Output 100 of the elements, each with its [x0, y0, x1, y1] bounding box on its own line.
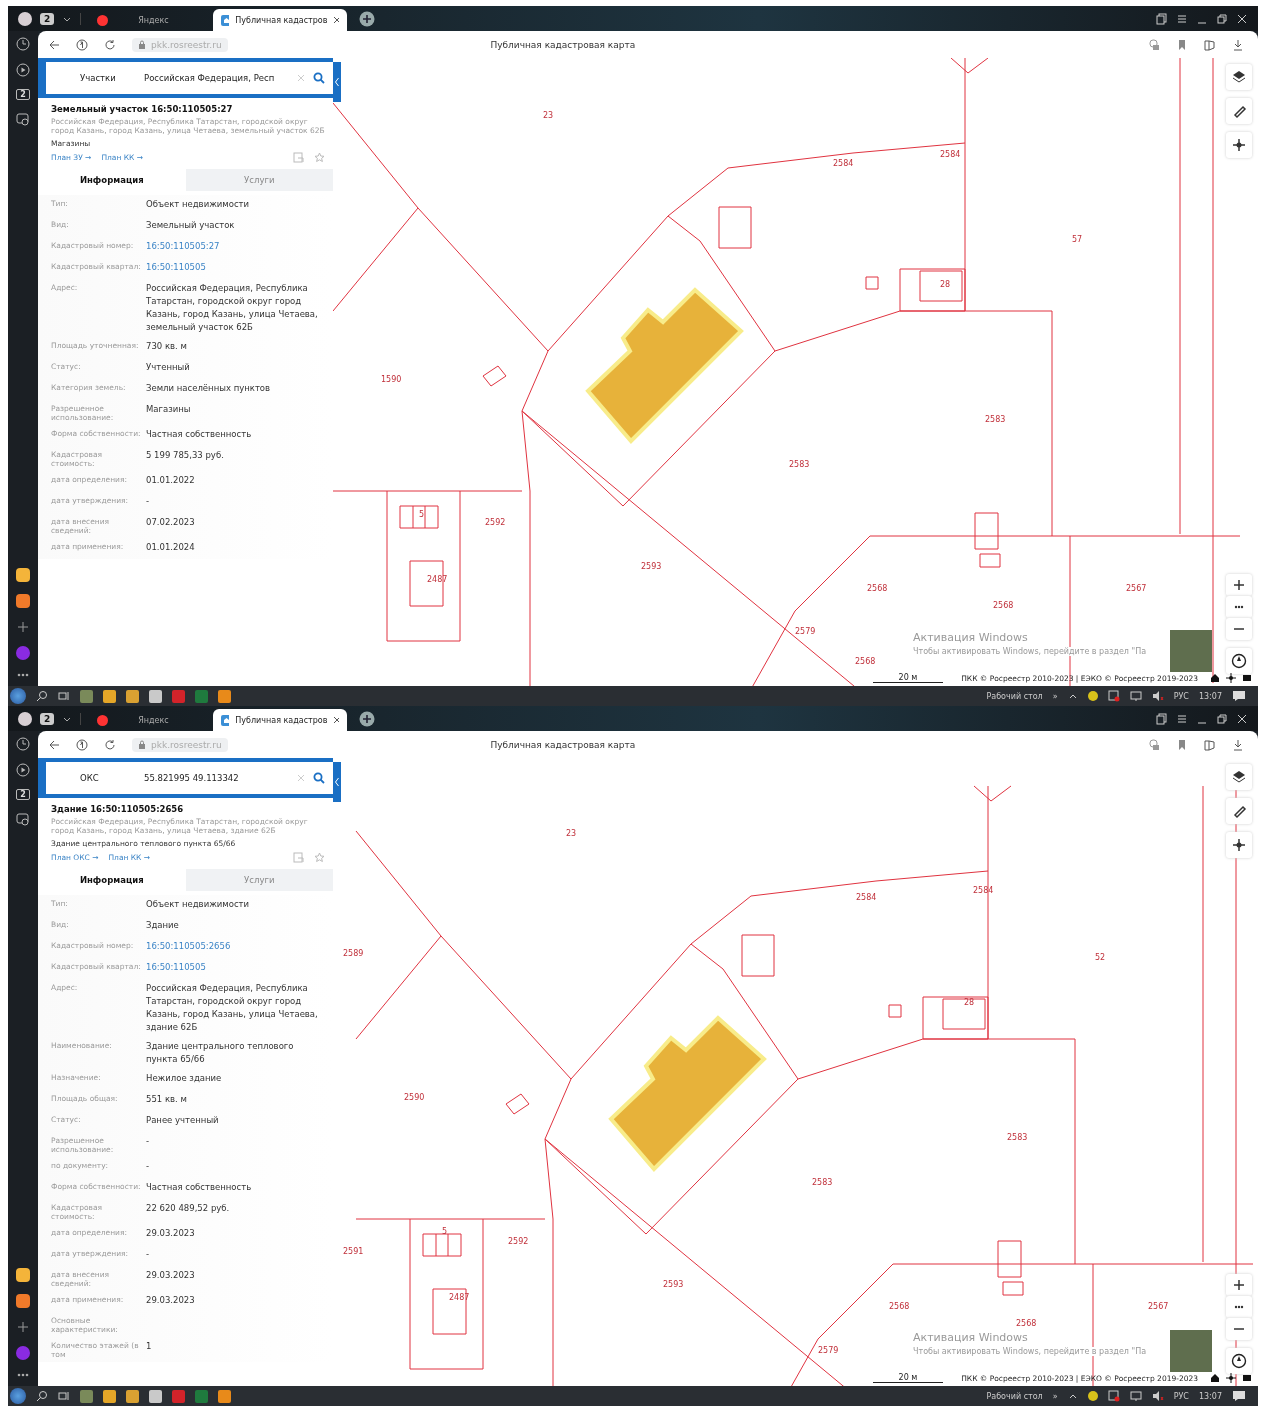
- parcel-boundary[interactable]: [942, 998, 986, 1030]
- menu-icon[interactable]: [1176, 712, 1188, 725]
- volume-icon[interactable]: [1151, 1390, 1164, 1402]
- download-icon[interactable]: [1232, 38, 1244, 51]
- tray-app-icon[interactable]: [1107, 1390, 1120, 1402]
- yandex-icon[interactable]: [76, 38, 88, 51]
- compass-icon[interactable]: [1226, 648, 1252, 674]
- zoom-in-icon[interactable]: [1226, 574, 1252, 596]
- search-icon[interactable]: [36, 690, 48, 702]
- ruler-icon[interactable]: [1226, 98, 1252, 124]
- search-icon[interactable]: [313, 772, 325, 784]
- app-icon[interactable]: [16, 1268, 30, 1282]
- back-icon[interactable]: [48, 38, 60, 51]
- notification-icon[interactable]: [1232, 690, 1246, 702]
- back-icon[interactable]: [48, 738, 60, 751]
- extension-icon[interactable]: [1148, 738, 1160, 751]
- restore-icon[interactable]: [1216, 712, 1228, 725]
- field-link[interactable]: 16:50:110505:27: [146, 240, 333, 255]
- compass-icon[interactable]: [1226, 1348, 1252, 1374]
- network-icon[interactable]: [1129, 1390, 1142, 1402]
- parcel-boundary[interactable]: [432, 1288, 467, 1335]
- bookmark-icon[interactable]: [1176, 38, 1188, 51]
- tray-app-icon[interactable]: [1087, 691, 1098, 701]
- assistant-icon[interactable]: [16, 646, 30, 660]
- mail-icon[interactable]: [16, 594, 30, 608]
- layers-icon[interactable]: [1226, 64, 1252, 90]
- fullscreen-icon[interactable]: [1242, 673, 1252, 683]
- star-icon[interactable]: [314, 152, 325, 163]
- plus-icon[interactable]: [16, 620, 30, 634]
- network-icon[interactable]: [1129, 690, 1142, 702]
- bookmark-icon[interactable]: [1176, 738, 1188, 751]
- locate-icon[interactable]: [1226, 1373, 1236, 1383]
- satellite-thumbnail[interactable]: [1170, 630, 1212, 672]
- screenshot-icon[interactable]: [16, 812, 30, 826]
- collections-icon[interactable]: [1156, 12, 1168, 25]
- tab-count-badge[interactable]: 2: [16, 89, 30, 100]
- home-icon[interactable]: [1210, 673, 1220, 683]
- search-field[interactable]: Участки Российская Федерация, Респ: [46, 62, 333, 94]
- tab-count[interactable]: 2: [40, 712, 55, 725]
- collapse-panel-icon[interactable]: [333, 62, 341, 102]
- toolbar-expand[interactable]: »: [1052, 691, 1058, 701]
- language-indicator[interactable]: РУС: [1173, 691, 1189, 701]
- parcel-boundary[interactable]: [482, 365, 507, 387]
- desktop-toolbar[interactable]: Рабочий стол: [986, 1391, 1043, 1401]
- tray-app-icon[interactable]: [1087, 1391, 1098, 1401]
- clock[interactable]: 13:07: [1198, 1391, 1222, 1401]
- parcel-boundary[interactable]: [505, 1093, 530, 1115]
- clock-icon[interactable]: [16, 737, 30, 751]
- home-icon[interactable]: [1210, 1373, 1220, 1383]
- extension-icon[interactable]: [1148, 38, 1160, 51]
- collections-icon[interactable]: [1156, 712, 1168, 725]
- new-tab-icon[interactable]: [359, 710, 376, 727]
- yandex-icon[interactable]: [76, 738, 88, 751]
- language-indicator[interactable]: РУС: [1173, 1391, 1189, 1401]
- star-icon[interactable]: [314, 852, 325, 863]
- parcel-boundary[interactable]: [950, 58, 989, 74]
- browser-tab[interactable]: Яндекс: [89, 9, 206, 31]
- notification-icon[interactable]: [1232, 1390, 1246, 1402]
- field-link[interactable]: 16:50:110505: [146, 961, 333, 976]
- parcel-boundary[interactable]: [899, 268, 966, 312]
- fullscreen-icon[interactable]: [1242, 1373, 1252, 1383]
- parcel-boundary[interactable]: [544, 1138, 554, 1386]
- tab-count[interactable]: 2: [40, 12, 55, 25]
- download-icon[interactable]: [1232, 738, 1244, 751]
- browser-tab[interactable]: Яндекс: [89, 709, 206, 731]
- reload-icon[interactable]: [104, 738, 116, 751]
- avatar-icon[interactable]: [18, 711, 32, 726]
- zoom-out-icon[interactable]: [1226, 1318, 1252, 1340]
- parcel-boundary[interactable]: [521, 410, 531, 686]
- tray-app-icon[interactable]: [1107, 690, 1120, 702]
- close-icon[interactable]: [1236, 12, 1248, 25]
- browser-tab[interactable]: Публичная кадастров: [213, 709, 348, 731]
- search-icon[interactable]: [313, 72, 325, 84]
- mail-icon[interactable]: [16, 1294, 30, 1308]
- panel-icon[interactable]: [1204, 38, 1216, 51]
- folder-icon[interactable]: [126, 1389, 139, 1403]
- task-view-icon[interactable]: [58, 1390, 70, 1402]
- app-icon[interactable]: [16, 568, 30, 582]
- parcel-boundary[interactable]: [973, 785, 1012, 802]
- new-tab-icon[interactable]: [359, 10, 376, 27]
- panel-icon[interactable]: [1204, 738, 1216, 751]
- app-icon[interactable]: [218, 689, 231, 703]
- close-icon[interactable]: [333, 16, 340, 24]
- menu-icon[interactable]: [1176, 12, 1188, 25]
- restore-icon[interactable]: [1216, 12, 1228, 25]
- browser-icon[interactable]: [149, 1389, 162, 1403]
- field-link[interactable]: 16:50:110505:2656: [146, 940, 333, 955]
- browser-tab[interactable]: Публичная кадастров: [213, 9, 348, 31]
- collapse-panel-icon[interactable]: [333, 762, 341, 802]
- clock-icon[interactable]: [16, 37, 30, 51]
- field-link[interactable]: 16:50:110505: [146, 261, 333, 276]
- more-icon[interactable]: [16, 1372, 30, 1378]
- search-icon[interactable]: [36, 1390, 48, 1402]
- satellite-thumbnail[interactable]: [1170, 1330, 1212, 1372]
- screenshot-icon[interactable]: [16, 112, 30, 126]
- assistant-icon[interactable]: [16, 1346, 30, 1360]
- app-icon[interactable]: [218, 1389, 231, 1403]
- start-icon[interactable]: [10, 688, 26, 704]
- app-icon[interactable]: [80, 689, 93, 703]
- tab-count-badge[interactable]: 2: [16, 789, 30, 800]
